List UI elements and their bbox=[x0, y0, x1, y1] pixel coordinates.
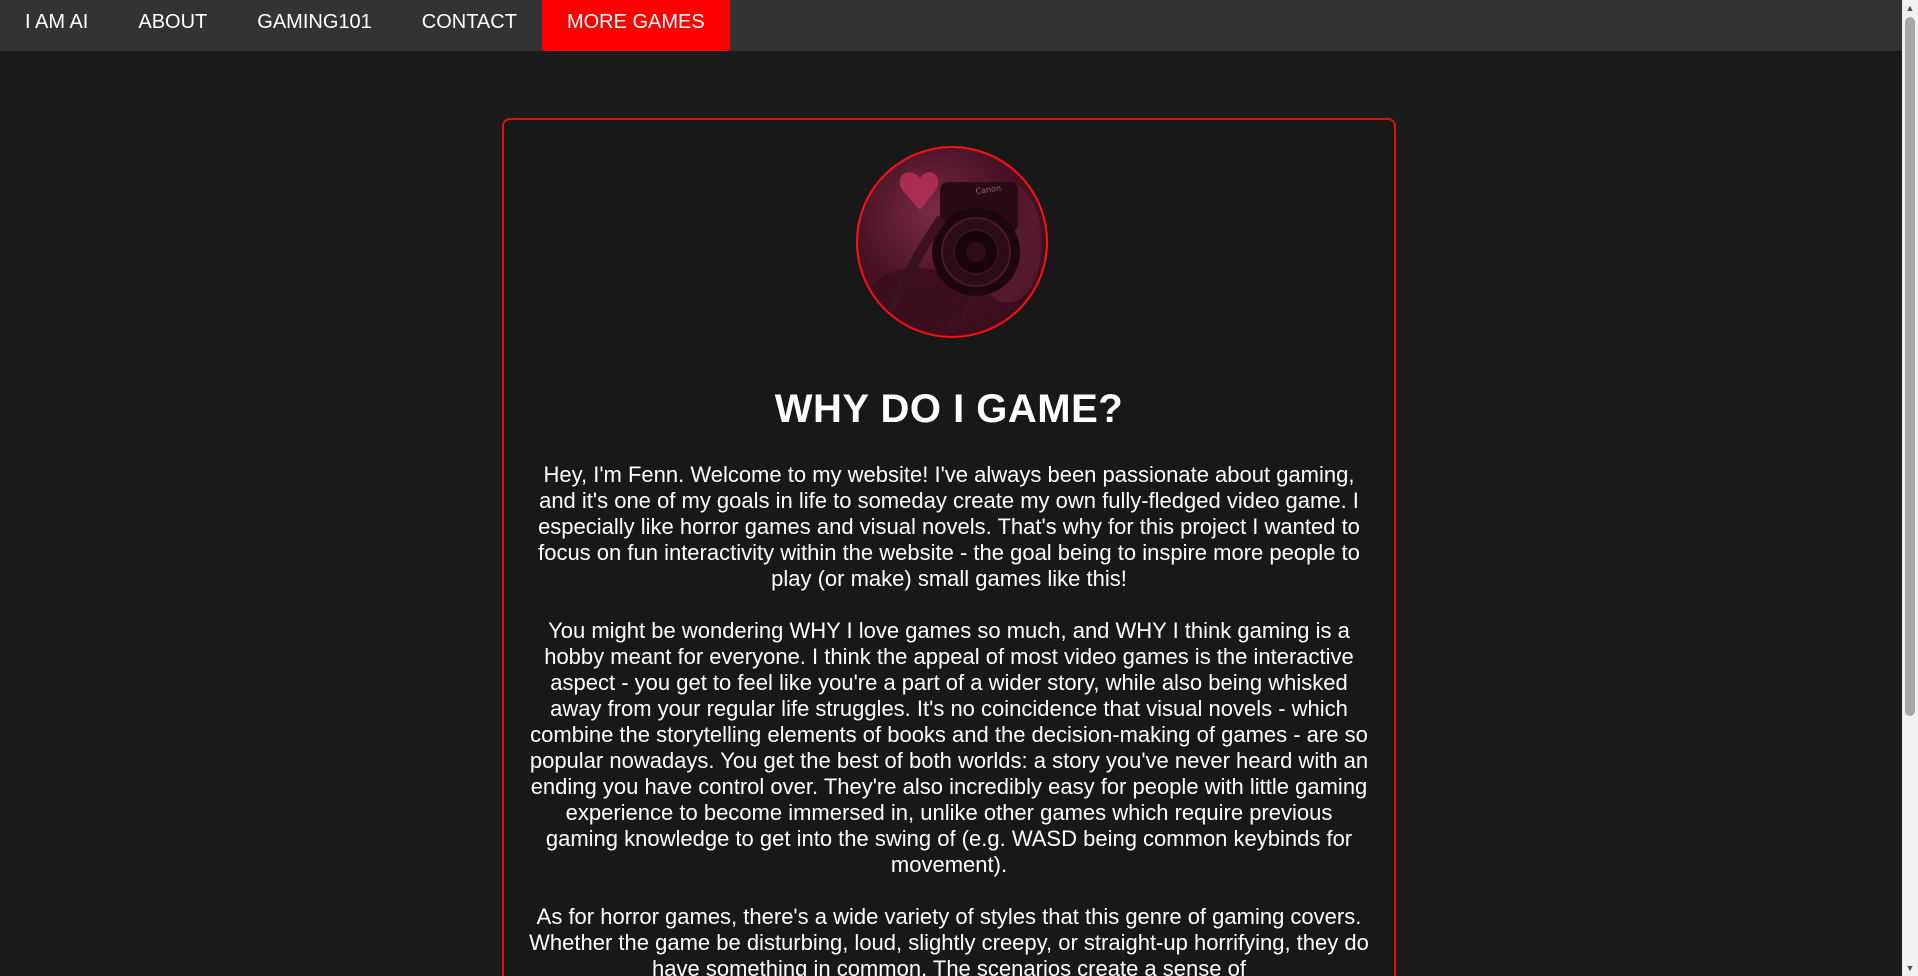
vertical-scrollbar[interactable]: ▲ ▼ bbox=[1902, 0, 1918, 976]
content-card: Canon WHY DO I GAME? Hey, I'm Fenn. Welc… bbox=[502, 118, 1396, 976]
paragraph-intro: Hey, I'm Fenn. Welcome to my website! I'… bbox=[538, 462, 1360, 591]
avatar: Canon bbox=[856, 146, 1048, 338]
article-body: Hey, I'm Fenn. Welcome to my website! I'… bbox=[528, 462, 1370, 976]
camera-photo-icon: Canon bbox=[868, 172, 1042, 328]
nav-item-i-am-ai[interactable]: I AM AI bbox=[0, 0, 113, 51]
nav-item-about[interactable]: ABOUT bbox=[113, 0, 232, 51]
paragraph-why-games: You might be wondering WHY I love games … bbox=[529, 618, 1369, 877]
page: I AM AI ABOUT GAMING101 CONTACT MORE GAM… bbox=[0, 0, 1918, 976]
page-title: WHY DO I GAME? bbox=[774, 387, 1124, 431]
nav-item-gaming101[interactable]: GAMING101 bbox=[232, 0, 396, 51]
scroll-down-arrow-icon[interactable]: ▼ bbox=[1902, 960, 1918, 976]
top-nav: I AM AI ABOUT GAMING101 CONTACT MORE GAM… bbox=[0, 0, 1902, 51]
paragraph-horror: As for horror games, there's a wide vari… bbox=[529, 904, 1369, 976]
nav-item-contact[interactable]: CONTACT bbox=[397, 0, 542, 51]
scroll-thumb[interactable] bbox=[1905, 17, 1915, 716]
nav-item-more-games[interactable]: MORE GAMES bbox=[541, 0, 730, 51]
scroll-up-arrow-icon[interactable]: ▲ bbox=[1902, 0, 1918, 16]
